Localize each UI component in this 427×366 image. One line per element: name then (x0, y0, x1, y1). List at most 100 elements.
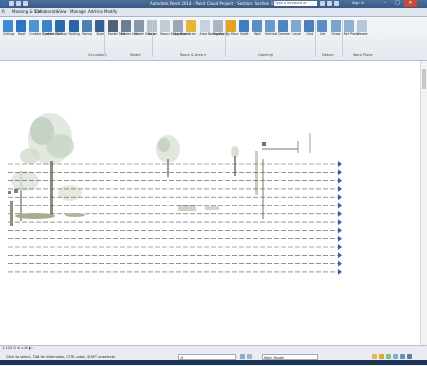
select-by-face-icon[interactable] (393, 354, 398, 359)
ribbon-button-ceiling[interactable]: Ceiling (3, 20, 14, 37)
ribbon-button-grid[interactable]: Grid (304, 20, 315, 37)
level-head-marker[interactable] (338, 252, 342, 259)
ribbon-button-label: Area (188, 32, 196, 36)
window-title: Autodesk Revit 2014 - Point Cloud Projec… (150, 1, 274, 6)
minimize-button[interactable]: – (378, 0, 391, 7)
select-pinned-icon[interactable] (386, 354, 391, 359)
undo-icon[interactable] (23, 1, 28, 6)
ribbon-button-label: Room Separator (160, 32, 187, 36)
panel-label[interactable]: Work Plane (353, 53, 373, 57)
tab-collaborate[interactable]: Collaborate (35, 9, 58, 14)
ribbon-button-label: Ref Plane (343, 32, 360, 36)
ribbon-button-area[interactable]: Area (186, 20, 197, 37)
level-head-marker[interactable] (338, 260, 342, 267)
level-icon (291, 20, 302, 32)
panel-label[interactable]: Opening (258, 53, 273, 57)
ribbon-button-label: Shaft (239, 32, 249, 36)
ribbon-button-area-boundary[interactable]: Area Boundary (199, 20, 224, 37)
ribbon-button-curtain-system[interactable]: Curtain System (29, 20, 55, 37)
level-head-marker[interactable] (338, 210, 342, 217)
ribbon-button-railing[interactable]: Railing (68, 20, 80, 37)
open-icon[interactable] (9, 1, 14, 6)
ribbon-button-ref-plane[interactable]: Ref Plane (343, 20, 360, 37)
drawing-canvas[interactable] (0, 61, 427, 345)
ribbon-button-mullion[interactable]: Mullion (55, 20, 67, 37)
binoculars-icon[interactable] (320, 1, 325, 6)
maximize-button[interactable]: □ (391, 0, 404, 7)
user-icon[interactable] (334, 1, 339, 6)
tab-r[interactable]: R (2, 9, 5, 14)
tab-modify[interactable]: Modify (104, 9, 117, 14)
select-underlay-icon[interactable] (379, 354, 384, 359)
ribbon-button-ramp[interactable]: Ramp (81, 20, 93, 37)
panel-label[interactable]: Room & Area ▾ (180, 53, 206, 57)
panel-separator (104, 20, 105, 57)
ribbon-button-level[interactable]: Level (291, 20, 302, 37)
level-head-marker[interactable] (338, 169, 342, 176)
ribbon-button-label: Tag Room (173, 32, 190, 36)
level-head-marker[interactable] (338, 244, 342, 250)
ribbon-button-by-face[interactable]: By Face (225, 20, 238, 37)
shaft-icon (238, 20, 249, 32)
ribbon-button-tag-room[interactable]: Tag Room (173, 20, 190, 37)
revit-logo-icon[interactable] (2, 1, 7, 6)
level-head-marker[interactable] (338, 219, 342, 226)
panel-label[interactable]: Model (130, 53, 141, 57)
ribbon-button-label: Grid (306, 32, 314, 36)
view-control-bar[interactable]: 1:100 ⊡ ⊕ ⌂ ⊞ ◐ ‹ (0, 345, 42, 352)
ribbon-button-label: Show (331, 32, 341, 36)
ribbon-button-curtain-grid[interactable]: Curtain Grid (42, 20, 63, 37)
ribbon-button-label: Railing (68, 32, 80, 36)
level-head-marker[interactable] (338, 202, 342, 209)
save-icon[interactable] (16, 1, 21, 6)
panel-separator (225, 20, 226, 57)
ribbon-button-model-line[interactable]: Model Line (120, 20, 139, 37)
sign-in-link[interactable]: Sign In (352, 1, 364, 5)
vertical-icon (265, 20, 275, 32)
level-head-marker[interactable] (338, 268, 342, 275)
ribbon-button-dormer[interactable]: Dormer (278, 20, 291, 37)
ribbon-button-label: Model Group (134, 32, 155, 36)
curtain-grid-icon (42, 20, 53, 32)
tab-add-ins[interactable]: Add-Ins (88, 9, 103, 14)
level-head-marker[interactable] (338, 194, 342, 201)
level-head-marker[interactable] (338, 161, 342, 167)
ribbon-button-shaft[interactable]: Shaft (238, 20, 250, 37)
ribbon-button-label: Curtain Grid (42, 32, 63, 36)
editable-only-icon[interactable] (240, 354, 245, 359)
level-head-marker[interactable] (338, 177, 342, 184)
ribbon-button-roof[interactable]: Roof (16, 20, 27, 37)
set-icon (317, 20, 328, 32)
search-input[interactable]: Type a keyword or phrase (274, 1, 317, 10)
vertical-scrollbar[interactable] (420, 61, 427, 345)
ribbon-button-model-text[interactable]: Model Text (107, 20, 125, 37)
model-text-icon (107, 20, 118, 32)
level-head-marker[interactable] (338, 227, 342, 234)
room-separator-icon (160, 20, 171, 32)
ribbon-button-set[interactable]: Set (317, 20, 328, 37)
select-links-icon[interactable] (372, 354, 377, 359)
panel-label[interactable]: Datum (322, 53, 334, 57)
ribbon-button-model-group[interactable]: Model Group (134, 20, 155, 37)
filter-icon[interactable] (247, 354, 252, 359)
level-markers[interactable] (338, 161, 342, 275)
small-tree-point-cloud (156, 135, 239, 177)
level-head-marker[interactable] (338, 235, 342, 242)
star-icon[interactable] (327, 1, 332, 6)
ribbon-button-label: Ceiling (3, 32, 15, 36)
filter-count-icon[interactable] (407, 354, 412, 359)
ribbon-button-room-separator[interactable]: Room Separator (160, 20, 187, 37)
ribbon-button-wall[interactable]: Wall (251, 20, 263, 37)
ribbon-button-viewer[interactable]: Viewer (356, 20, 368, 37)
drag-elements-icon[interactable] (400, 354, 405, 359)
ribbon-button-vertical[interactable]: Vertical (265, 20, 277, 37)
ribbon-tab-bar: R Massing & Site Collaborate View Manage Add-… (0, 8, 427, 17)
ribbon-button-show[interactable]: Show (330, 20, 342, 37)
ribbon-button-tag-area[interactable]: Tag Area (212, 20, 227, 37)
scrollbar-thumb[interactable] (422, 69, 426, 89)
close-button[interactable]: ✕ (404, 0, 417, 7)
level-head-marker[interactable] (338, 185, 342, 192)
os-taskbar (0, 360, 427, 365)
tab-view[interactable]: View (57, 9, 67, 14)
tab-manage[interactable]: Manage (70, 9, 86, 14)
